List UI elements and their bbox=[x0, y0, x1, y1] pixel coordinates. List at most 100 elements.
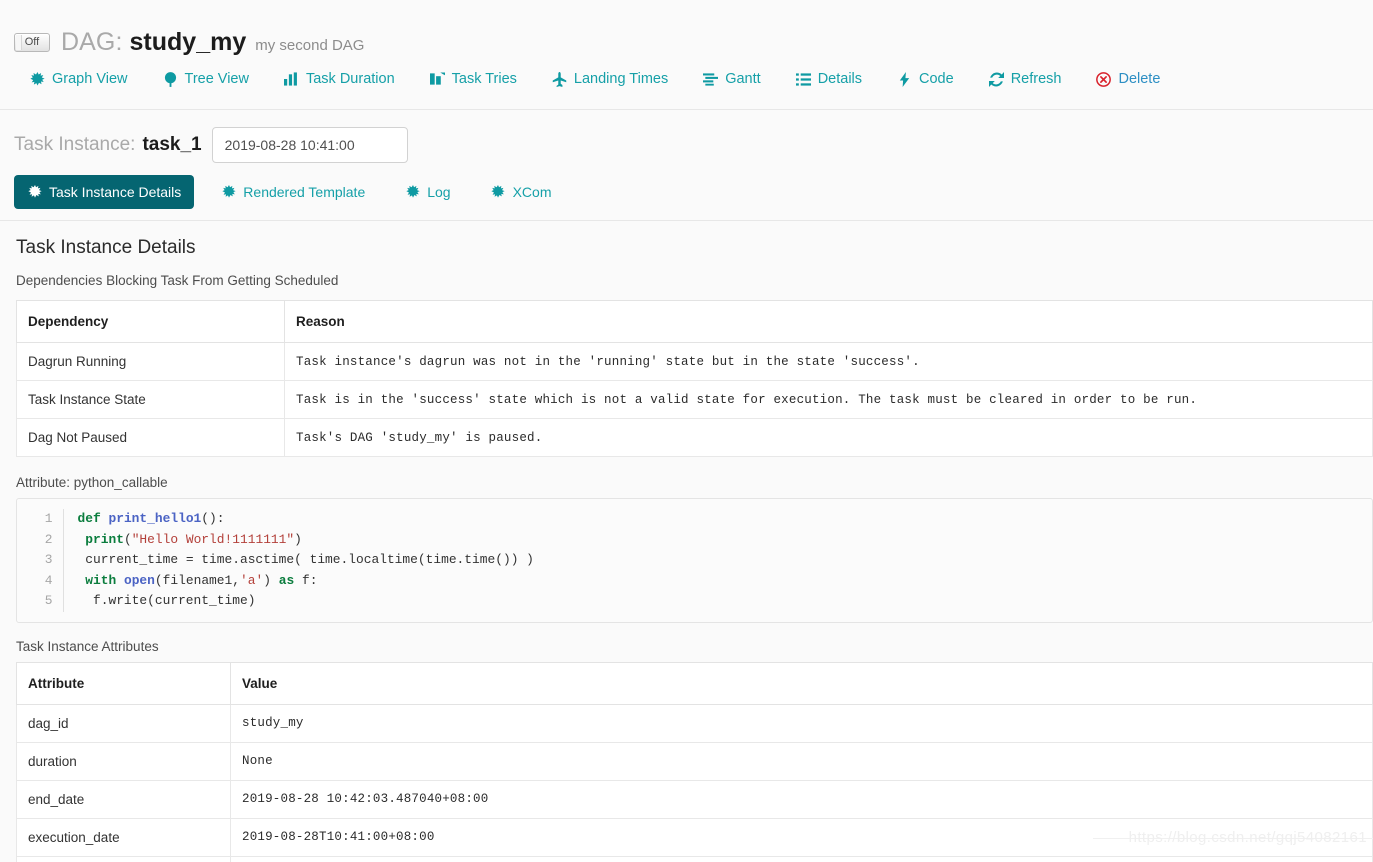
asterisk-icon bbox=[491, 185, 506, 200]
asterisk-icon bbox=[27, 185, 42, 200]
table-row: executor_config {} bbox=[16, 855, 1373, 862]
code-line: 2 print("Hello World!1111111") bbox=[17, 529, 535, 551]
task-instance-attributes-table: Attribute Value dag_id study_my duration… bbox=[16, 661, 1373, 862]
code-line: 5 f.write(current_time) bbox=[17, 591, 535, 612]
nav-label: Graph View bbox=[52, 71, 128, 87]
code-line: 4 with open(filename1,'a') as f: bbox=[17, 570, 535, 592]
dependencies-table: Dependency Reason Dagrun Running Task in… bbox=[16, 300, 1373, 457]
page-title: study_my bbox=[129, 27, 247, 56]
attributes-note: Task Instance Attributes bbox=[16, 638, 159, 654]
refresh-icon bbox=[988, 71, 1004, 87]
execution-date-input[interactable] bbox=[211, 127, 408, 163]
plane-icon bbox=[552, 71, 567, 87]
nav-label: Code bbox=[919, 71, 954, 87]
nav-item-gantt[interactable]: Gantt bbox=[703, 67, 761, 91]
nav-item-task-duration[interactable]: Task Duration bbox=[283, 67, 395, 91]
dag-pause-toggle[interactable]: Off bbox=[14, 32, 50, 52]
code-source: with open(filename1,'a') as f: bbox=[85, 572, 318, 588]
tab-log[interactable]: Log bbox=[392, 175, 463, 209]
asterisk-icon bbox=[221, 185, 236, 200]
tab-task-instance-details[interactable]: Task Instance Details bbox=[14, 175, 195, 209]
table-row: Task Instance State Task is in the 'succ… bbox=[16, 380, 1373, 419]
dag-prefix-label: DAG: bbox=[61, 27, 123, 56]
nav-label: Task Tries bbox=[451, 71, 517, 87]
code-line: 1 def print_hello1(): bbox=[17, 509, 535, 530]
chart-bar-icon bbox=[429, 72, 445, 87]
cell-attribute: execution_date bbox=[16, 817, 231, 857]
bolt-icon bbox=[897, 71, 912, 87]
code-source: current_time = time.asctime( time.localt… bbox=[85, 552, 534, 568]
asterisk-icon bbox=[30, 71, 45, 87]
code-source: f.write(current_time) bbox=[92, 593, 256, 609]
code-table: 1 def print_hello1(): 2 print("Hello Wor… bbox=[17, 509, 535, 612]
line-number: 5 bbox=[17, 591, 64, 612]
tab-label: Rendered Template bbox=[243, 184, 366, 200]
asterisk-icon bbox=[405, 185, 420, 200]
code-source: print("Hello World!1111111") bbox=[85, 531, 302, 547]
dag-header: Off DAG: study_my my second DAG bbox=[0, 0, 1373, 58]
cell-dependency: Task Instance State bbox=[16, 380, 285, 419]
cell-reason: Task instance's dagrun was not in the 'r… bbox=[284, 342, 1373, 381]
tree-icon bbox=[163, 71, 178, 87]
nav-item-graph-view[interactable]: Graph View bbox=[30, 67, 128, 91]
nav-label: Refresh bbox=[1010, 71, 1062, 87]
cell-attribute: duration bbox=[16, 741, 231, 781]
code-source: def print_hello1(): bbox=[77, 511, 225, 526]
nav-item-tree-view[interactable]: Tree View bbox=[163, 67, 249, 91]
table-row: Dag Not Paused Task's DAG 'study_my' is … bbox=[16, 418, 1373, 457]
tab-label: Task Instance Details bbox=[49, 184, 182, 200]
table-row: dag_id study_my bbox=[16, 703, 1373, 743]
nav-item-refresh[interactable]: Refresh bbox=[988, 67, 1062, 91]
nav-item-task-tries[interactable]: Task Tries bbox=[429, 67, 517, 91]
nav-label: Details bbox=[817, 71, 863, 87]
cell-value: study_my bbox=[230, 703, 1373, 743]
nav-item-details[interactable]: Details bbox=[795, 67, 863, 91]
task-instance-header: Task Instance: task_1 bbox=[0, 110, 1373, 163]
nav-label: Tree View bbox=[184, 71, 249, 87]
col-header-dependency: Dependency bbox=[16, 300, 285, 343]
task-instance-name: task_1 bbox=[142, 134, 202, 155]
task-instance-subtabs: Task Instance Details Rendered Template … bbox=[0, 160, 1373, 210]
cell-value: {} bbox=[230, 855, 1373, 862]
code-line: 3 current_time = time.asctime( time.loca… bbox=[17, 550, 535, 571]
table-row: Dagrun Running Task instance's dagrun wa… bbox=[16, 342, 1373, 381]
section-title: Task Instance Details bbox=[16, 237, 196, 258]
tab-xcom[interactable]: XCom bbox=[478, 175, 565, 209]
delete-circle-icon bbox=[1096, 71, 1112, 87]
nav-label: Landing Times bbox=[573, 71, 669, 87]
airflow-task-instance-page: Off DAG: study_my my second DAG Graph Vi… bbox=[0, 0, 1373, 862]
table-header-row: Dependency Reason bbox=[16, 300, 1373, 343]
col-header-attribute: Attribute bbox=[16, 661, 231, 705]
cell-attribute: executor_config bbox=[16, 855, 231, 862]
tab-rendered-template[interactable]: Rendered Template bbox=[208, 175, 378, 209]
dag-pause-toggle-label: Off bbox=[24, 36, 40, 48]
cell-attribute: end_date bbox=[16, 779, 231, 819]
nav-item-delete[interactable]: Delete bbox=[1096, 67, 1160, 91]
list-icon bbox=[795, 72, 811, 87]
python-callable-code-block: 1 def print_hello1(): 2 print("Hello Wor… bbox=[16, 498, 1373, 623]
line-number: 4 bbox=[17, 570, 64, 592]
dependencies-note: Dependencies Blocking Task From Getting … bbox=[16, 273, 339, 288]
nav-item-code[interactable]: Code bbox=[897, 67, 954, 91]
nav-item-landing-times[interactable]: Landing Times bbox=[552, 67, 668, 91]
dag-nav-tabs: Graph View Tree View Task Duration Task … bbox=[0, 58, 1373, 100]
main-content: Task Instance Details Dependencies Block… bbox=[0, 221, 1373, 862]
watermark-line bbox=[1093, 838, 1373, 839]
tab-label: Log bbox=[427, 184, 451, 200]
tab-label: XCom bbox=[512, 184, 552, 200]
nav-label: Task Duration bbox=[305, 71, 395, 87]
nav-label: Gantt bbox=[725, 71, 761, 87]
attribute-heading: Attribute: python_callable bbox=[16, 475, 168, 490]
table-header-row: Attribute Value bbox=[16, 661, 1373, 705]
table-row: duration None bbox=[16, 741, 1373, 781]
cell-value: 2019-08-28 10:42:03.487040+08:00 bbox=[230, 779, 1373, 819]
bar-chart-icon bbox=[283, 72, 299, 87]
line-number: 1 bbox=[17, 509, 64, 530]
task-instance-label: Task Instance: bbox=[14, 134, 136, 155]
line-number: 3 bbox=[17, 550, 64, 571]
table-row: end_date 2019-08-28 10:42:03.487040+08:0… bbox=[16, 779, 1373, 819]
col-header-reason: Reason bbox=[284, 300, 1373, 343]
cell-attribute: dag_id bbox=[16, 703, 231, 743]
gantt-icon bbox=[703, 72, 719, 87]
cell-reason: Task is in the 'success' state which is … bbox=[284, 380, 1373, 419]
